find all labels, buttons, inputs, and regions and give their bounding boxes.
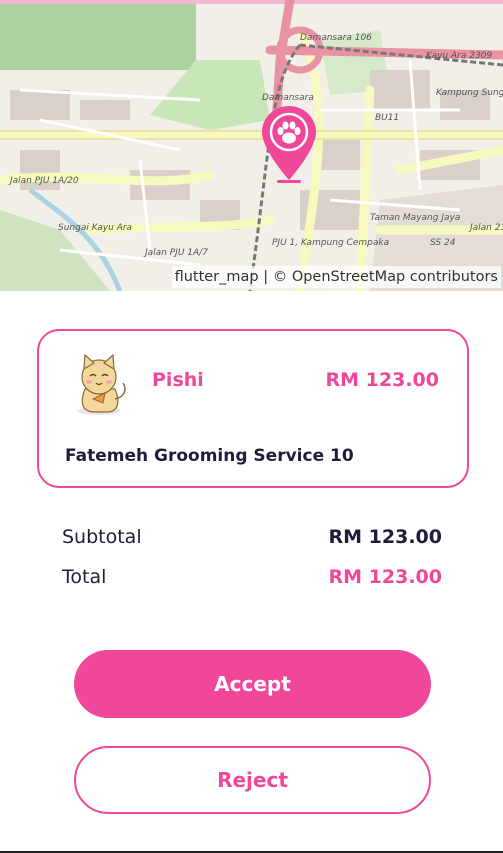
location-pin[interactable] [262, 104, 316, 184]
map-label: Sungai Kayu Ara [58, 223, 132, 233]
map-label: Taman Mayang Jaya [370, 213, 460, 223]
subtotal-value: RM 123.00 [328, 526, 442, 548]
map-label: SS 24 [430, 238, 456, 248]
subtotal-row: Subtotal RM 123.00 [62, 526, 442, 552]
paw-icon [262, 106, 316, 183]
map-label: Jalan PJU 1A/7 [143, 248, 208, 258]
map-attribution[interactable]: flutter_map | © OpenStreetMap contributo… [171, 266, 501, 288]
map-label: Jalan PJU 1A/20 [8, 176, 79, 186]
pet-name: Pishi [152, 369, 204, 391]
service-price: RM 123.00 [325, 369, 439, 391]
service-name: Fatemeh Grooming Service 10 [65, 446, 354, 466]
map-label: Jalan 23/17 [468, 223, 503, 233]
reject-button[interactable]: Reject [74, 746, 431, 814]
accept-button[interactable]: Accept [74, 650, 431, 718]
map-label: Damansara [262, 93, 314, 103]
subtotal-label: Subtotal [62, 526, 142, 548]
map-label: PJU 1, Kampung Cempaka [272, 238, 389, 248]
total-value: RM 123.00 [328, 566, 442, 588]
total-label: Total [62, 566, 107, 588]
map-label: Kampung Sungai Kayu Ara [436, 88, 503, 98]
cat-avatar-icon [65, 349, 133, 417]
map-label: BU11 [375, 113, 399, 123]
map-label: Kayu Ara 2309 [426, 51, 492, 61]
total-row: Total RM 123.00 [62, 566, 442, 592]
map-view[interactable]: Damansara 106 Damansara Kayu Ara 2309 Ka… [0, 0, 503, 291]
map-label: Damansara 106 [300, 33, 372, 43]
booking-card[interactable]: Pishi RM 123.00 Fatemeh Grooming Service… [37, 329, 469, 488]
map-tiles: Damansara 106 Damansara Kayu Ara 2309 Ka… [0, 0, 503, 291]
